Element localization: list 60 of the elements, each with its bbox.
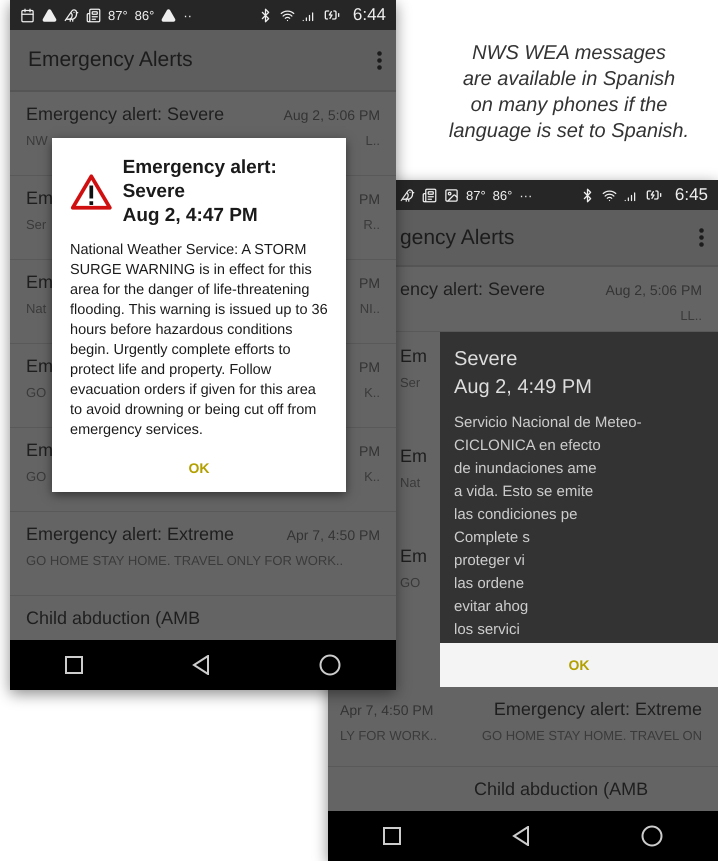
more-menu-icon[interactable] [699, 228, 704, 247]
dialog-message-line: a vida. Esto se emite [454, 482, 594, 502]
news-icon [422, 188, 437, 202]
temperature-text: 87° [108, 8, 128, 22]
dialog-message-line: las ordene [454, 574, 526, 594]
temperature-text: 86° [492, 188, 512, 202]
dialog-message-line: evitar ahog [454, 597, 530, 617]
dialog-message: National Weather Service: A STORM SURGE WARNING is in effect for this area for the danger of life-threatening flooding. This warning is issued up to 36 hours before hazardous conditions begin. Urgently complete efforts to protect life and property. Follow evacuation orders if given for this area to avoid drowning or being cut off from emergency services. [70, 241, 328, 440]
caption-text: on many phones if the [470, 93, 668, 118]
dialog-time: Aug 2, 4:47 PM [122, 204, 259, 228]
alert-title: Emergency alert: Extreme [494, 699, 702, 720]
caption-text: NWS WEA messages [472, 41, 666, 66]
alert-title: ency alert: Severe [400, 279, 546, 300]
back-icon[interactable] [192, 655, 210, 675]
warning-icon [70, 172, 113, 212]
dialog-message-line: Complete s [454, 528, 531, 548]
clock-text: 6:45 [674, 185, 708, 205]
clock-text: 6:44 [352, 5, 386, 25]
alert-title: Em [400, 346, 428, 367]
alert-title: Em [400, 546, 428, 567]
dialog-message-line: las condiciones pe [454, 505, 578, 525]
app-title: gency Alerts [400, 226, 516, 250]
dialog-message-line: de inundaciones ame [454, 459, 598, 479]
alert-title: Em [400, 446, 428, 467]
alert-title: Em [26, 272, 53, 293]
alert-title: Emergency alert: Extreme [26, 524, 234, 545]
temperature-text: 86° [134, 8, 154, 22]
more-menu-icon[interactable] [377, 50, 382, 70]
dialog-message-line: Servicio Nacional de Meteo- [454, 413, 643, 433]
dialog-message-line: los servici [454, 620, 521, 640]
wifi-icon [602, 188, 617, 202]
alert-title: Em [26, 188, 53, 209]
wifi-icon [280, 8, 295, 22]
alert-title: Child abduction (AMB [474, 779, 650, 800]
home-icon[interactable] [319, 654, 342, 676]
caption-text: language is set to Spanish. [448, 119, 690, 144]
alert-title: Em [26, 356, 53, 377]
image-icon [444, 188, 459, 202]
more-notifications-text: ··· [519, 188, 532, 202]
temperature-text: 87° [466, 188, 486, 202]
bird-icon [64, 8, 79, 22]
home-icon[interactable] [640, 825, 663, 847]
back-icon[interactable] [512, 826, 530, 846]
alert-title: Em [26, 440, 53, 461]
bird-icon [400, 188, 415, 202]
dialog-message-line: CICLONICA en efecto [454, 436, 602, 456]
app-title: Emergency Alerts [28, 48, 194, 72]
square-icon[interactable] [64, 656, 83, 674]
more-notifications-text: ·· [183, 8, 192, 22]
dialog-message-line: proteger vi [454, 551, 526, 571]
warning-icon [161, 8, 176, 22]
warning-icon [42, 8, 57, 22]
dialog-title: Severe [454, 347, 518, 372]
square-icon[interactable] [383, 827, 402, 845]
dialog-time: Aug 2, 4:49 PM [454, 375, 593, 400]
alert-title: Child abduction (AMB [26, 608, 200, 629]
news-icon [86, 8, 101, 22]
calendar-icon [20, 8, 35, 22]
alert-title: Emergency alert: Severe [26, 104, 224, 125]
caption-text: are available in Spanish [462, 67, 676, 92]
